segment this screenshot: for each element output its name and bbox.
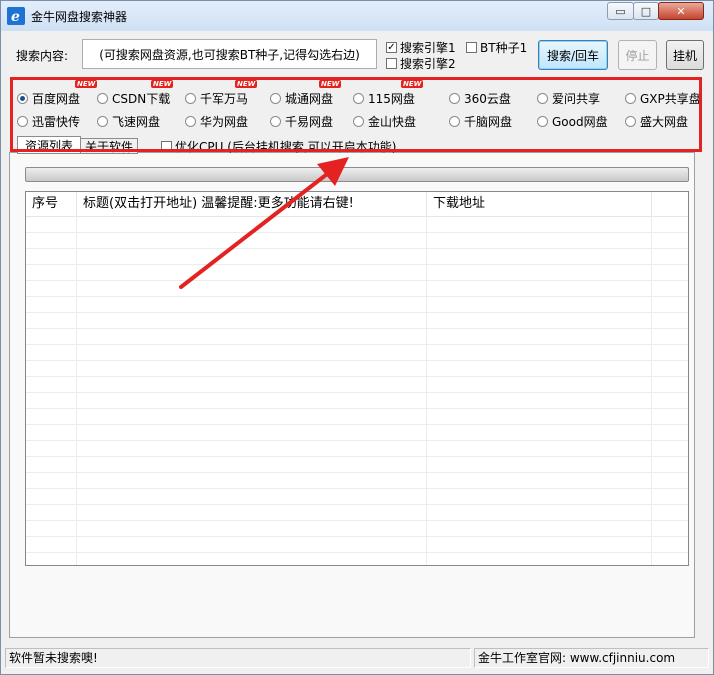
- main-window: e 金牛网盘搜索神器 ▭ □ ✕ 搜索内容: (可搜索网盘资源,也可搜索BT种子…: [0, 0, 714, 675]
- status-bar: 软件暂未搜索噢! 金牛工作室官网: www.cfjinniu.com: [5, 648, 709, 670]
- status-website: 金牛工作室官网: www.cfjinniu.com: [474, 648, 709, 668]
- red-arrow-annotation: [179, 157, 349, 289]
- status-message: 软件暂未搜索噢!: [5, 648, 471, 668]
